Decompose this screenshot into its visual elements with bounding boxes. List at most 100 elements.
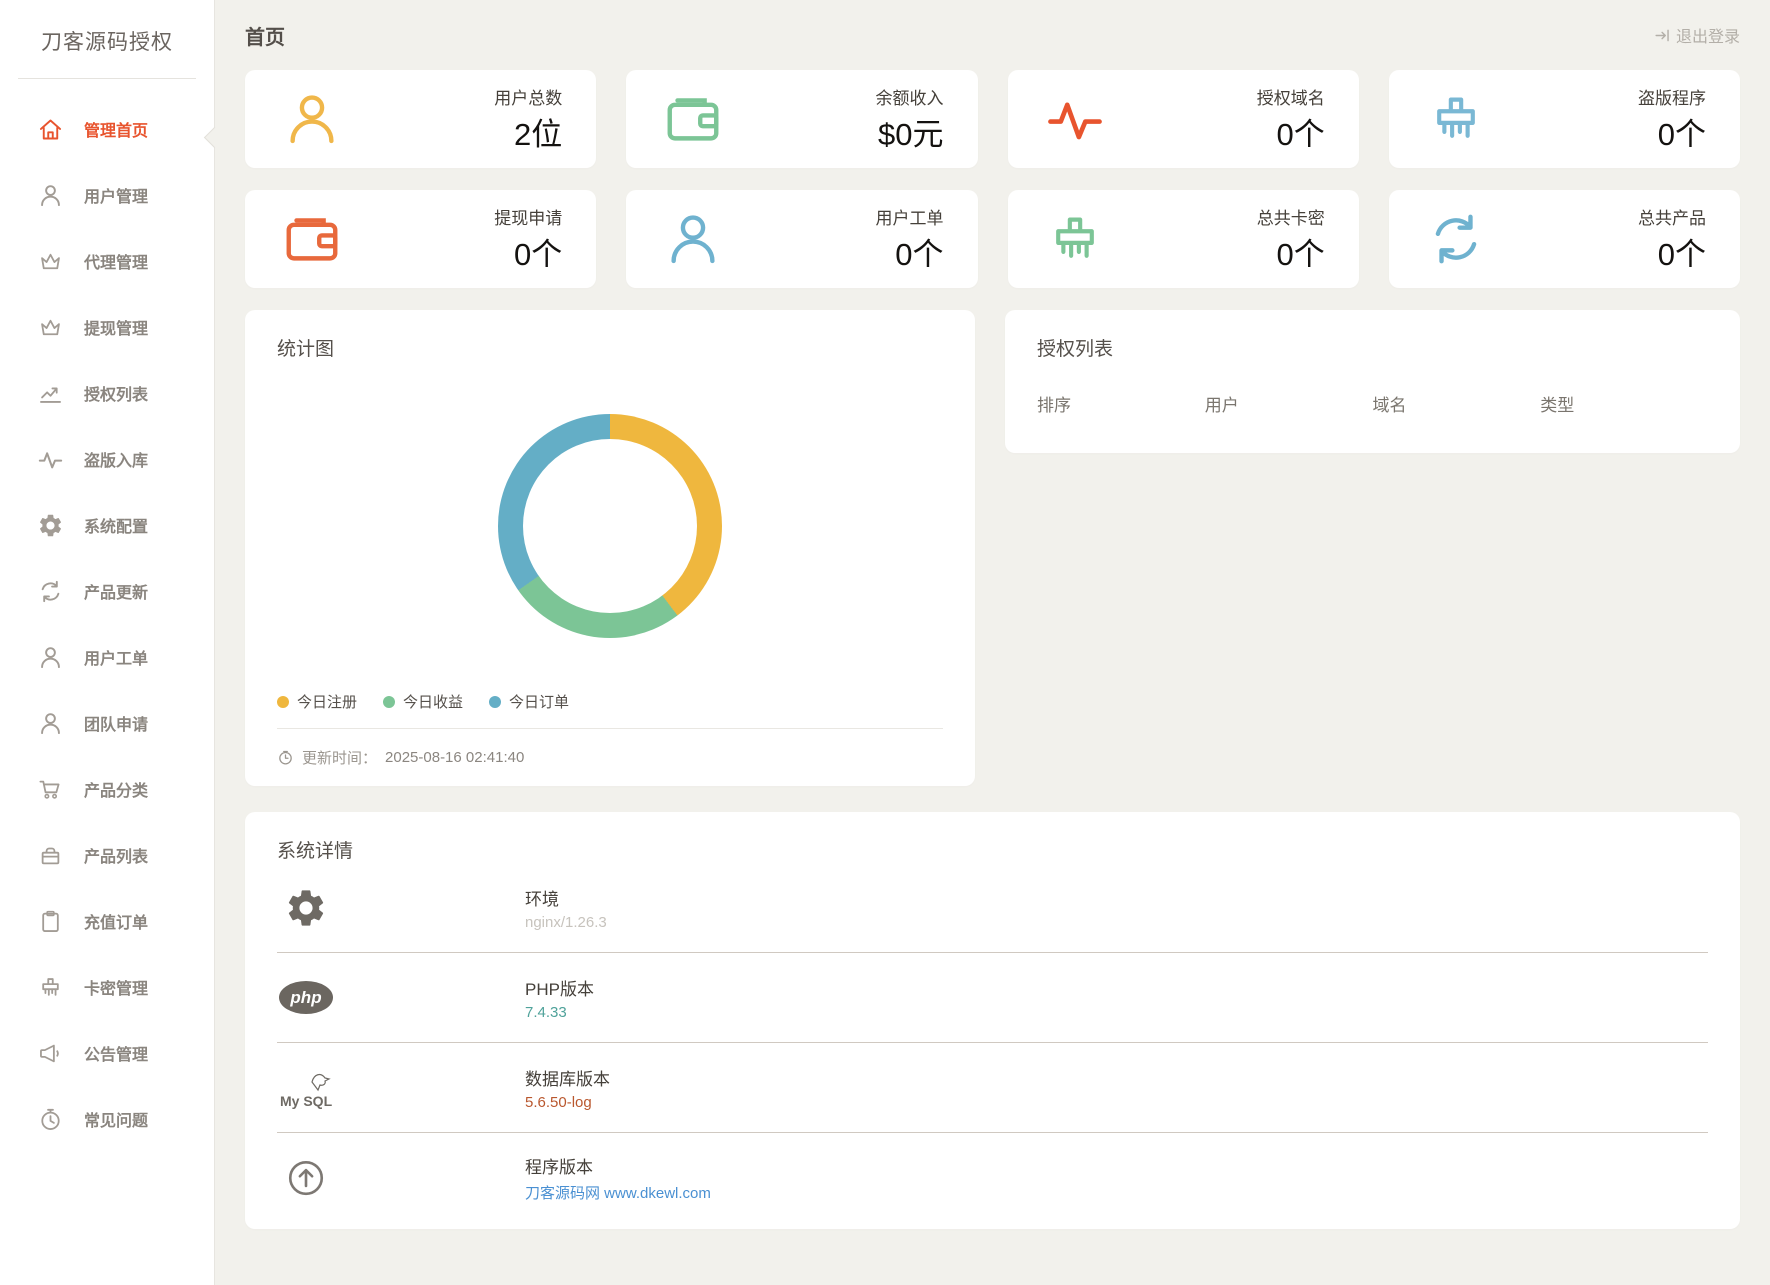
logout-button[interactable]: 退出登录 [1653, 23, 1740, 47]
sidebar-item-label: 产品列表 [84, 843, 148, 867]
update-time-label: 更新时间： [302, 747, 377, 768]
stat-label: 余额收入 [876, 89, 944, 108]
system-row-value: 7.4.33 [525, 1004, 594, 1021]
svg-text:My SQL: My SQL [280, 1093, 333, 1109]
donut-chart [498, 414, 722, 638]
stat-label: 提现申请 [494, 209, 562, 228]
sidebar-item-product-list[interactable]: 产品列表 [0, 822, 214, 888]
stat-card-user-tickets: 用户工单 0个 [626, 190, 977, 288]
system-row-value: 5.6.50-log [525, 1094, 610, 1111]
sidebar-menu: 管理首页 用户管理 代理管理 提现管理 授权列表 盗版入库 [0, 79, 214, 1152]
content: 用户总数 2位 余额收入 $0元 授权域名 0个 盗版程序 0个 [215, 70, 1770, 1229]
crown-icon [37, 248, 64, 275]
brush-icon [1425, 88, 1487, 150]
stat-label: 总共卡密 [1257, 209, 1325, 228]
stat-value: 0个 [895, 237, 943, 272]
legend-dot [277, 696, 289, 708]
stat-value: 2位 [514, 117, 562, 152]
legend-label: 今日订单 [509, 691, 569, 712]
column-header-domain: 域名 [1373, 391, 1541, 416]
php-logo: php [277, 981, 335, 1014]
sidebar-item-agent-management[interactable]: 代理管理 [0, 228, 214, 294]
sidebar-item-recharge-orders[interactable]: 充值订单 [0, 888, 214, 954]
wallet-icon [281, 208, 343, 270]
crown-icon [37, 314, 64, 341]
chart-panel-title: 统计图 [277, 334, 943, 361]
sidebar-item-product-category[interactable]: 产品分类 [0, 756, 214, 822]
program-version-link[interactable]: 刀客源码网 www.dkewl.com [525, 1182, 711, 1203]
sidebar-item-user-tickets[interactable]: 用户工单 [0, 624, 214, 690]
stat-value: 0个 [1658, 117, 1706, 152]
sidebar-item-label: 授权列表 [84, 381, 148, 405]
gear-icon [277, 886, 335, 930]
stat-value: 0个 [1658, 237, 1706, 272]
donut-chart-area [277, 361, 943, 691]
user-icon [281, 88, 343, 150]
auth-list-panel: 授权列表 排序 用户 域名 类型 [1005, 310, 1740, 453]
sidebar-item-product-update[interactable]: 产品更新 [0, 558, 214, 624]
system-details-panel: 系统详情 环境 nginx/1.26.3 php PHP版本 7.4.33 [245, 812, 1740, 1229]
sidebar-item-label: 盗版入库 [84, 447, 148, 471]
statistics-chart-panel: 统计图 今日注册 今日收益 [245, 310, 975, 786]
stat-card-total-card-keys: 总共卡密 0个 [1008, 190, 1359, 288]
sidebar-item-label: 提现管理 [84, 315, 148, 339]
legend-item-today-revenue[interactable]: 今日收益 [383, 691, 463, 712]
page: 刀客源码授权 管理首页 用户管理 代理管理 提现管理 授权列表 [0, 0, 1770, 1285]
stat-label: 盗版程序 [1638, 89, 1706, 108]
logout-label: 退出登录 [1676, 23, 1740, 47]
stat-value: 0个 [1277, 117, 1325, 152]
refresh-icon [1425, 208, 1487, 270]
system-row-label: 数据库版本 [525, 1065, 610, 1090]
sidebar-item-label: 管理首页 [84, 117, 148, 141]
sidebar-item-withdraw-management[interactable]: 提现管理 [0, 294, 214, 360]
sidebar-item-label: 用户工单 [84, 645, 148, 669]
legend-dot [489, 696, 501, 708]
sidebar-item-announcement-management[interactable]: 公告管理 [0, 1020, 214, 1086]
column-header-type: 类型 [1540, 391, 1708, 416]
upload-circle-icon [277, 1157, 335, 1199]
system-row-label: PHP版本 [525, 975, 594, 1000]
chart-footer: 更新时间： 2025-08-16 02:41:40 [277, 728, 943, 786]
sidebar-item-card-key-management[interactable]: 卡密管理 [0, 954, 214, 1020]
legend-item-today-orders[interactable]: 今日订单 [489, 691, 569, 712]
megaphone-icon [37, 1040, 64, 1067]
stat-label: 总共产品 [1638, 209, 1706, 228]
system-panel-title: 系统详情 [277, 836, 1708, 863]
legend-label: 今日注册 [297, 691, 357, 712]
mysql-logo: My SQL [277, 1066, 335, 1110]
column-header-user: 用户 [1205, 391, 1373, 416]
sidebar-item-label: 充值订单 [84, 909, 148, 933]
sidebar: 刀客源码授权 管理首页 用户管理 代理管理 提现管理 授权列表 [0, 0, 215, 1285]
donut-hole [523, 439, 697, 613]
stat-card-total-users: 用户总数 2位 [245, 70, 596, 168]
system-row-program-version: 程序版本 刀客源码网 www.dkewl.com [277, 1133, 1708, 1223]
sidebar-item-admin-home[interactable]: 管理首页 [0, 96, 214, 162]
gear-icon [37, 512, 64, 539]
system-row-php-version: php PHP版本 7.4.33 [277, 953, 1708, 1043]
legend-item-today-registrations[interactable]: 今日注册 [277, 691, 357, 712]
user-icon [37, 182, 64, 209]
stat-label: 用户总数 [494, 89, 562, 108]
sidebar-item-system-config[interactable]: 系统配置 [0, 492, 214, 558]
clock-icon [277, 749, 294, 766]
system-row-environment: 环境 nginx/1.26.3 [277, 863, 1708, 953]
sidebar-item-team-application[interactable]: 团队申请 [0, 690, 214, 756]
cart-icon [37, 776, 64, 803]
clipboard-icon [37, 908, 64, 935]
sidebar-item-label: 卡密管理 [84, 975, 148, 999]
user-icon [37, 710, 64, 737]
sidebar-item-pirate-inbound[interactable]: 盗版入库 [0, 426, 214, 492]
bag-icon [37, 842, 64, 869]
sidebar-item-auth-list[interactable]: 授权列表 [0, 360, 214, 426]
sidebar-item-label: 团队申请 [84, 711, 148, 735]
sidebar-item-user-management[interactable]: 用户管理 [0, 162, 214, 228]
wallet-icon [662, 88, 724, 150]
stat-value: 0个 [514, 237, 562, 272]
sidebar-item-faq[interactable]: 常见问题 [0, 1086, 214, 1152]
stat-card-withdraw-requests: 提现申请 0个 [245, 190, 596, 288]
trend-chart-icon [37, 380, 64, 407]
brush-icon [37, 974, 64, 1001]
stat-cards: 用户总数 2位 余额收入 $0元 授权域名 0个 盗版程序 0个 [245, 70, 1740, 288]
stat-label: 授权域名 [1257, 89, 1325, 108]
sidebar-item-label: 产品更新 [84, 579, 148, 603]
